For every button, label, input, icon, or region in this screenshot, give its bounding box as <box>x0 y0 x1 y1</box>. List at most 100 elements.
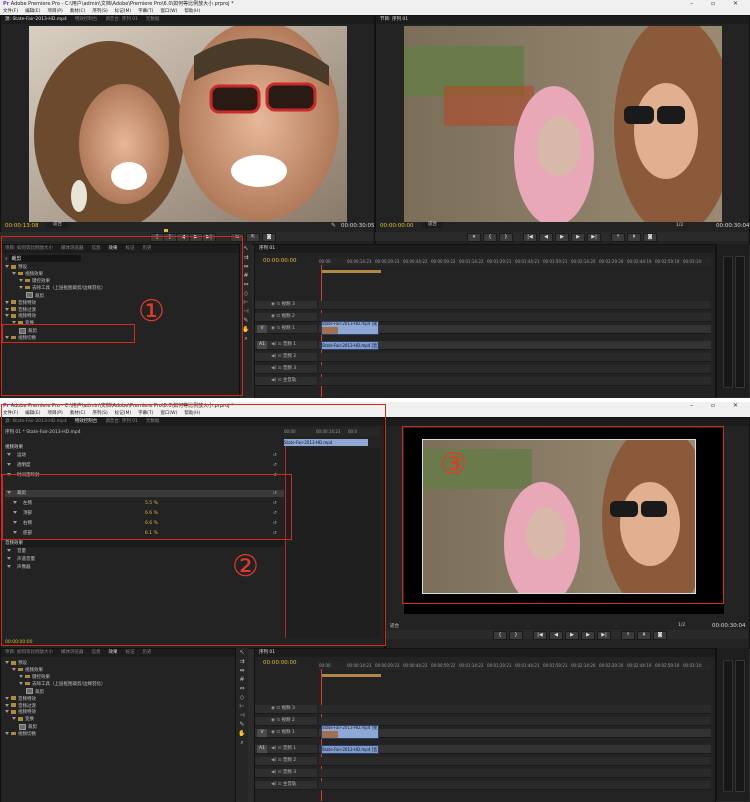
panel-tab[interactable]: 信息 <box>91 650 100 655</box>
expand-icon[interactable] <box>12 717 16 721</box>
menu-item[interactable]: 序列(S) <box>92 9 107 14</box>
panel-tab[interactable]: 源: State-Fair-2013-HD.mp4 <box>5 17 67 22</box>
go-out-button[interactable]: ▶| <box>587 233 601 242</box>
audio-clip[interactable]: State-Fair-2013-HD.mp4 [音] <box>321 341 379 350</box>
track-target-a[interactable]: A1 <box>257 745 267 753</box>
menu-item[interactable]: 字幕(T) <box>138 9 153 14</box>
video-clip[interactable]: State-Fair-2013-HD.mp4 [视] <box>321 321 379 335</box>
mark-out-button[interactable]: } <box>499 233 513 242</box>
panel-tab[interactable]: 元数据 <box>146 17 160 22</box>
slip-tool-icon[interactable]: ⊢ <box>236 702 248 711</box>
wrench-icon[interactable]: ✎ <box>331 222 336 229</box>
tree-item[interactable]: 预设 <box>5 661 106 668</box>
track-lane[interactable] <box>319 705 711 714</box>
expand-icon[interactable] <box>19 674 23 678</box>
extract-button[interactable]: ⇞ <box>627 233 641 242</box>
sequence-timecode[interactable]: 00:00:00:00 <box>263 258 297 264</box>
panel-tab[interactable]: 调音台: 序列 01 <box>105 17 138 22</box>
work-area-bar[interactable] <box>321 270 381 273</box>
track-header[interactable]: ◀) ⊡ 音频 2 <box>255 353 317 362</box>
razor-tool-icon[interactable]: ◇ <box>236 693 248 702</box>
menu-item[interactable]: 项目(P) <box>47 9 62 14</box>
tab-sequence[interactable]: 序列 01 <box>259 650 275 655</box>
zoom-tool-icon[interactable]: ⌕ <box>236 738 248 747</box>
panel-tab[interactable]: 特效控制台 <box>75 17 98 22</box>
track-lane[interactable] <box>319 353 711 362</box>
go-in-button[interactable]: |◀ <box>523 233 537 242</box>
eye-icon[interactable]: ◀) <box>271 378 278 383</box>
go-in-button[interactable]: |◀ <box>533 631 547 640</box>
overwrite-button[interactable]: ⇱ <box>246 233 260 242</box>
video-clip[interactable]: State-Fair-2013-HD.mp4 [视] <box>321 725 379 739</box>
eye-icon[interactable]: ◀) <box>271 366 278 371</box>
rate-stretch-tool-icon[interactable]: ⇔ <box>236 684 248 693</box>
panel-tab[interactable]: 标记 <box>125 650 134 655</box>
expand-icon[interactable] <box>5 732 9 736</box>
tree-item[interactable]: 音频特效 <box>5 696 106 703</box>
slide-tool-icon[interactable]: ⊣ <box>236 711 248 720</box>
play-button[interactable]: ▶ <box>555 233 569 242</box>
track-header[interactable]: ◉ ⊡ 视频 2 <box>255 313 317 322</box>
export-frame-button[interactable]: ◙ <box>653 631 667 640</box>
track-header[interactable]: ◀) ⊡ 音频 2 <box>255 757 317 766</box>
track-header[interactable]: ◉ ⊡ 视频 3 <box>255 705 317 714</box>
panel-tab[interactable]: 节目: 序列 01 <box>380 17 408 22</box>
eye-icon[interactable]: ◀) <box>271 770 278 775</box>
tab-sequence[interactable]: 序列 01 <box>259 246 275 251</box>
track-target-v[interactable]: V <box>257 325 267 333</box>
step-forward-button[interactable]: ▶ <box>581 631 595 640</box>
tree-item[interactable]: 视频特效 <box>5 710 106 717</box>
export-frame-button[interactable]: ◙ <box>262 233 276 242</box>
eye-icon[interactable]: ◀) <box>271 354 278 359</box>
tree-item[interactable]: 裁剪 <box>5 723 106 732</box>
track-header[interactable]: ◀) ⊡ 主音轨 <box>255 377 317 386</box>
lift-button[interactable]: ⇡ <box>611 233 625 242</box>
expand-icon[interactable] <box>5 661 9 665</box>
expand-icon[interactable] <box>12 668 16 672</box>
program-resolution-select[interactable]: 1/2 <box>676 223 683 228</box>
panel-tab[interactable]: 历史 <box>142 650 151 655</box>
program-resolution-select[interactable]: 1/2 <box>678 623 685 628</box>
track-lane[interactable] <box>319 365 711 374</box>
mark-out-button[interactable]: } <box>509 631 523 640</box>
play-button[interactable]: ▶ <box>565 631 579 640</box>
menu-item[interactable]: 帮助(H) <box>184 9 200 14</box>
mark-in-button[interactable]: { <box>483 233 497 242</box>
step-back-button[interactable]: ◀ <box>549 631 563 640</box>
track-lane[interactable] <box>319 757 711 766</box>
menu-item[interactable]: 标记(M) <box>115 9 131 14</box>
program-fit-select[interactable]: 适合 <box>422 222 443 228</box>
track-header[interactable]: ◀) ⊡ 主音轨 <box>255 781 317 790</box>
eye-icon[interactable]: ◀) <box>271 782 278 787</box>
track-lane[interactable] <box>319 769 711 778</box>
program-fit-select[interactable]: 适合 <box>390 623 399 629</box>
track-lane[interactable] <box>319 377 711 386</box>
menu-item[interactable]: 文件(F) <box>3 9 18 14</box>
sequence-timecode[interactable]: 00:00:00:00 <box>263 660 297 666</box>
marker-button[interactable]: ▾ <box>467 233 481 242</box>
hand-tool-icon[interactable]: ✋ <box>236 729 248 738</box>
step-forward-button[interactable]: ▶ <box>571 233 585 242</box>
menu-item[interactable]: 窗口(W) <box>160 9 177 14</box>
tree-item[interactable]: 变换 <box>5 717 106 724</box>
tree-item[interactable]: 视频效果 <box>5 667 106 675</box>
track-lane[interactable] <box>319 301 711 310</box>
menu-item[interactable]: 素材(C) <box>70 9 86 14</box>
eye-icon[interactable]: ◀) <box>271 746 278 751</box>
window-controls[interactable]: – ▫ ✕ <box>690 402 746 410</box>
extract-button[interactable]: ⇞ <box>637 631 651 640</box>
go-out-button[interactable]: ▶| <box>597 631 611 640</box>
track-header[interactable]: ◉ ⊡ 视频 2 <box>255 717 317 726</box>
audio-clip[interactable]: State-Fair-2013-HD.mp4 [音] <box>321 745 379 754</box>
track-target-a[interactable]: A1 <box>257 341 267 349</box>
track-lane[interactable] <box>319 781 711 790</box>
tree-item[interactable]: 视频切换 <box>5 731 106 739</box>
eye-icon[interactable]: ◀) <box>271 342 278 347</box>
step-back-button[interactable]: ◀ <box>539 233 553 242</box>
lift-button[interactable]: ⇡ <box>621 631 635 640</box>
source-timecode-left[interactable]: 00:00:13:08 <box>5 223 39 229</box>
work-area-bar[interactable] <box>321 674 381 677</box>
expand-icon[interactable] <box>5 710 9 714</box>
rolling-edit-tool-icon[interactable]: # <box>236 675 248 684</box>
expand-icon[interactable] <box>5 696 9 700</box>
